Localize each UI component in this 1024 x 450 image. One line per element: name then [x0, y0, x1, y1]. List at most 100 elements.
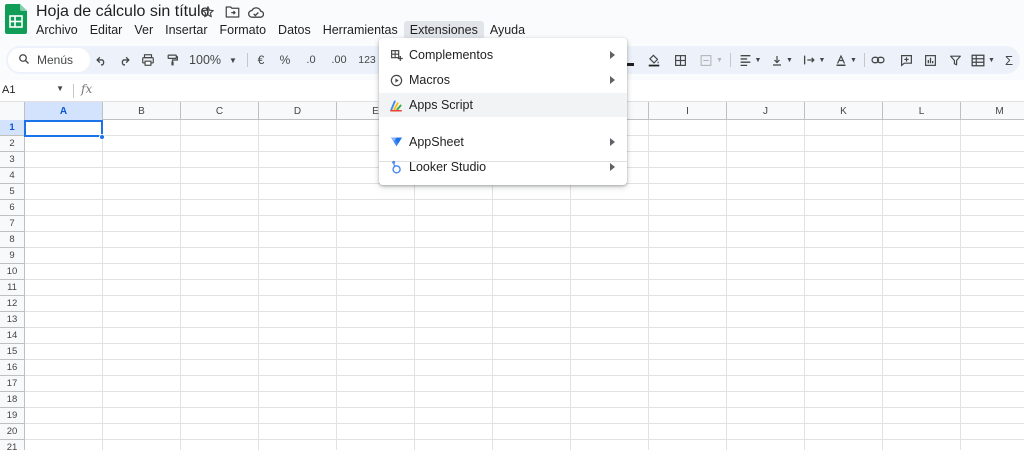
formula-divider [73, 84, 74, 98]
row-header[interactable]: 3 [0, 152, 24, 168]
row-header[interactable]: 14 [0, 328, 24, 344]
search-icon [18, 53, 30, 68]
column-header[interactable]: C [181, 102, 259, 120]
column-header[interactable]: K [805, 102, 883, 120]
row-header[interactable]: 11 [0, 280, 24, 296]
document-title[interactable]: Hoja de cálculo sin título [36, 3, 209, 21]
insert-comment-icon[interactable] [897, 51, 915, 69]
menu-insertar[interactable]: Insertar [159, 21, 213, 39]
fill-color-icon[interactable] [646, 51, 662, 69]
chevron-down-icon: ▼ [716, 56, 723, 64]
menu-item-complementos[interactable]: Complementos [379, 43, 627, 67]
search-menus-button[interactable]: Menús [8, 48, 90, 72]
row-header[interactable]: 16 [0, 360, 24, 376]
apps-script-icon [389, 98, 403, 112]
undo-icon[interactable] [92, 51, 110, 69]
menu-item-label: Looker Studio [409, 160, 487, 174]
name-box-value: A1 [2, 84, 16, 96]
row-header[interactable]: 17 [0, 376, 24, 392]
menu-editar[interactable]: Editar [84, 21, 129, 39]
menu-herramientas[interactable]: Herramientas [317, 21, 404, 39]
sheets-app: Hoja de cálculo sin título Archivo Edita… [0, 0, 1024, 450]
borders-icon[interactable] [672, 51, 688, 69]
column-header[interactable]: M [961, 102, 1024, 120]
functions-sigma-icon[interactable]: Σ [1002, 51, 1016, 69]
menu-ayuda[interactable]: Ayuda [484, 21, 531, 39]
row-header[interactable]: 7 [0, 216, 24, 232]
chevron-down-icon: ▼ [786, 56, 793, 64]
menu-bar: Archivo Editar Ver Insertar Formato Dato… [30, 21, 531, 39]
row-header[interactable]: 19 [0, 408, 24, 424]
zoom-select[interactable]: 100% ▼ [189, 51, 237, 69]
menu-archivo[interactable]: Archivo [30, 21, 84, 39]
row-header[interactable]: 8 [0, 232, 24, 248]
menu-item-macros[interactable]: Macros [379, 68, 627, 92]
chevron-down-icon: ▼ [754, 56, 762, 64]
play-circle-icon [389, 73, 403, 87]
row-header[interactable]: 5 [0, 184, 24, 200]
row-header[interactable]: 1 [0, 120, 24, 136]
column-header[interactable]: D [259, 102, 337, 120]
menu-item-appsheet[interactable]: AppSheet [379, 130, 627, 154]
menu-item-label: Macros [409, 73, 450, 87]
column-header[interactable]: A [25, 102, 103, 120]
row-header[interactable]: 21 [0, 440, 24, 450]
filter-views-icon[interactable]: ▼ [968, 51, 998, 69]
column-header[interactable]: B [103, 102, 181, 120]
cloud-status-icon[interactable] [248, 4, 264, 20]
active-cell[interactable] [24, 120, 103, 137]
row-header[interactable]: 6 [0, 200, 24, 216]
text-rotation-icon[interactable]: ▼ [832, 51, 860, 69]
menu-item-looker-studio[interactable]: Looker Studio [379, 155, 627, 179]
title-actions [200, 4, 264, 20]
column-header[interactable]: J [727, 102, 805, 120]
submenu-arrow-icon [610, 163, 615, 171]
merge-cells-icon[interactable]: ▼ [696, 51, 726, 69]
row-header[interactable]: 12 [0, 296, 24, 312]
row-header[interactable]: 9 [0, 248, 24, 264]
redo-icon[interactable] [115, 51, 133, 69]
insert-chart-icon[interactable] [921, 51, 939, 69]
sheets-logo-icon[interactable] [5, 4, 27, 34]
decrease-decimals-button[interactable]: .0 [302, 51, 320, 69]
addons-icon [389, 48, 403, 62]
submenu-arrow-icon [610, 76, 615, 84]
row-header[interactable]: 4 [0, 168, 24, 184]
horizontal-align-icon[interactable]: ▼ [736, 51, 764, 69]
select-all-corner[interactable] [0, 102, 25, 120]
column-header[interactable]: I [649, 102, 727, 120]
column-header[interactable]: L [883, 102, 961, 120]
vertical-align-icon[interactable]: ▼ [768, 51, 796, 69]
submenu-arrow-icon [610, 51, 615, 59]
title-bar: Hoja de cálculo sin título Archivo Edita… [0, 0, 1024, 42]
row-header[interactable]: 10 [0, 264, 24, 280]
row-header[interactable]: 2 [0, 136, 24, 152]
menu-ver[interactable]: Ver [128, 21, 159, 39]
row-header[interactable]: 15 [0, 344, 24, 360]
text-color-underline-icon[interactable] [626, 51, 634, 69]
row-header[interactable]: 18 [0, 392, 24, 408]
increase-decimals-label: .00 [331, 54, 347, 66]
menu-datos[interactable]: Datos [272, 21, 317, 39]
text-wrapping-icon[interactable]: ▼ [799, 51, 829, 69]
number-format-button[interactable]: 123 [356, 51, 378, 69]
move-folder-icon[interactable] [224, 4, 240, 20]
paint-format-icon[interactable] [163, 51, 181, 69]
percent-button[interactable]: % [278, 51, 292, 69]
row-header[interactable]: 13 [0, 312, 24, 328]
currency-button[interactable]: € [254, 51, 268, 69]
row-header[interactable]: 20 [0, 424, 24, 440]
filter-icon[interactable] [946, 51, 964, 69]
toolbar-divider [730, 53, 731, 67]
menu-item-apps-script[interactable]: Apps Script [379, 93, 627, 117]
fx-icon: fx [81, 82, 93, 96]
name-box[interactable]: A1 ▼ [0, 84, 68, 96]
decrease-decimals-label: .0 [306, 54, 316, 66]
star-icon[interactable] [200, 4, 216, 20]
fill-handle[interactable] [99, 134, 105, 140]
increase-decimals-button[interactable]: .00 [328, 51, 350, 69]
print-icon[interactable] [139, 51, 157, 69]
menu-extensiones[interactable]: Extensiones [403, 21, 484, 39]
insert-link-icon[interactable] [869, 51, 887, 69]
menu-formato[interactable]: Formato [214, 21, 273, 39]
